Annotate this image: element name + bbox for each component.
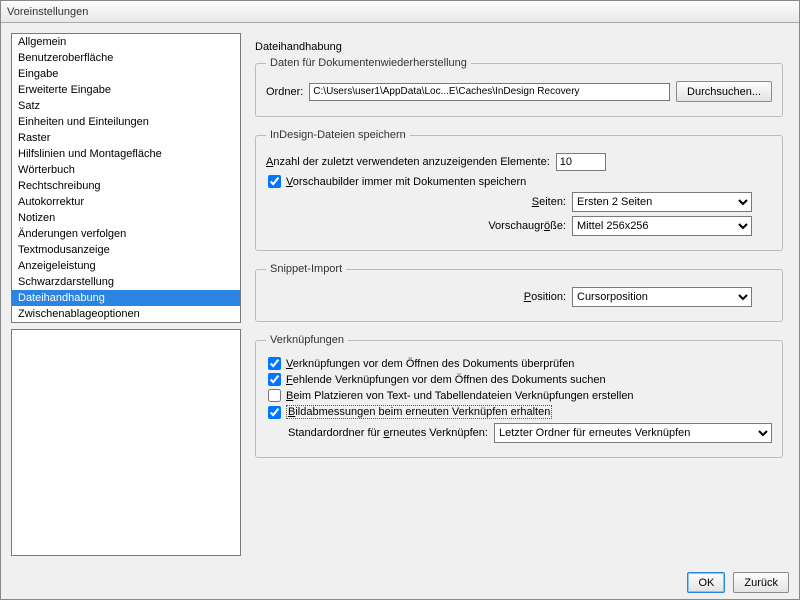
category-item[interactable]: Dateihandhabung — [12, 290, 240, 306]
snippet-position-label: Position: — [266, 291, 566, 303]
save-legend: InDesign-Dateien speichern — [266, 129, 410, 141]
sidebar: AllgemeinBenutzeroberflächeEingabeErweit… — [11, 33, 241, 556]
category-item[interactable]: Anzeigeleistung — [12, 258, 240, 274]
ok-button[interactable]: OK — [687, 572, 725, 593]
category-item[interactable]: Eingabe — [12, 66, 240, 82]
links-on-place-label: Beim Platzieren von Text- und Tabellenda… — [286, 390, 634, 402]
back-button[interactable]: Zurück — [733, 572, 789, 593]
snippet-legend: Snippet-Import — [266, 263, 346, 275]
links-on-place-checkbox[interactable] — [268, 389, 281, 402]
links-check-before-open-label: Verknüpfungen vor dem Öffnen des Dokumen… — [286, 358, 574, 370]
dialog-body: AllgemeinBenutzeroberflächeEingabeErweit… — [1, 23, 799, 566]
category-item[interactable]: Satz — [12, 98, 240, 114]
category-item[interactable]: Benutzeroberfläche — [12, 50, 240, 66]
category-item[interactable]: Änderungen verfolgen — [12, 226, 240, 242]
links-preserve-dims-checkbox[interactable] — [268, 406, 281, 419]
category-item[interactable]: Raster — [12, 130, 240, 146]
window-title: Voreinstellungen — [7, 6, 88, 18]
preferences-window: Voreinstellungen AllgemeinBenutzeroberfl… — [0, 0, 800, 600]
recovery-legend: Daten für Dokumentenwiederherstellung — [266, 57, 471, 69]
pages-select[interactable]: Ersten 2 Seiten — [572, 192, 752, 212]
preview-size-label: Vorschaugröße: — [288, 220, 566, 232]
pages-label: Seiten: — [288, 196, 566, 208]
preview-box — [11, 329, 241, 556]
recovery-folder-field[interactable] — [309, 83, 670, 101]
titlebar: Voreinstellungen — [1, 1, 799, 23]
main-panel: Dateihandhabung Daten für Dokumentenwied… — [249, 33, 789, 556]
browse-button[interactable]: Durchsuchen... — [676, 81, 772, 102]
panel-title: Dateihandhabung — [255, 41, 783, 53]
links-legend: Verknüpfungen — [266, 334, 348, 346]
links-preserve-dims-label: Bildabmessungen beim erneuten Verknüpfen… — [286, 405, 552, 419]
category-item[interactable]: Erweiterte Eingabe — [12, 82, 240, 98]
category-item[interactable]: Schwarzdarstellung — [12, 274, 240, 290]
snippet-position-select[interactable]: Cursorposition — [572, 287, 752, 307]
category-item[interactable]: Einheiten und Einteilungen — [12, 114, 240, 130]
category-item[interactable]: Allgemein — [12, 34, 240, 50]
folder-label: Ordner: — [266, 86, 303, 98]
save-preview-label: Vorschaubilder immer mit Dokumenten spei… — [286, 176, 526, 188]
category-list[interactable]: AllgemeinBenutzeroberflächeEingabeErweit… — [11, 33, 241, 323]
snippet-group: Snippet-Import Position: Cursorposition — [255, 263, 783, 322]
category-item[interactable]: Autokorrektur — [12, 194, 240, 210]
category-item[interactable]: Zwischenablageoptionen — [12, 306, 240, 322]
relink-folder-label: Standardordner für erneutes Verknüpfen: — [288, 427, 488, 439]
links-find-missing-checkbox[interactable] — [268, 373, 281, 386]
recovery-group: Daten für Dokumentenwiederherstellung Or… — [255, 57, 783, 117]
save-preview-checkbox[interactable] — [268, 175, 281, 188]
category-item[interactable]: Notizen — [12, 210, 240, 226]
recent-count-label: Anzahl der zuletzt verwendeten anzuzeige… — [266, 156, 550, 168]
recent-count-field[interactable] — [556, 153, 606, 171]
links-check-before-open-checkbox[interactable] — [268, 357, 281, 370]
links-group: Verknüpfungen Verknüpfungen vor dem Öffn… — [255, 334, 783, 458]
category-item[interactable]: Wörterbuch — [12, 162, 240, 178]
save-group: InDesign-Dateien speichern Anzahl der zu… — [255, 129, 783, 251]
preview-size-select[interactable]: Mittel 256x256 — [572, 216, 752, 236]
dialog-footer: OK Zurück — [1, 566, 799, 599]
relink-folder-select[interactable]: Letzter Ordner für erneutes Verknüpfen — [494, 423, 772, 443]
category-item[interactable]: Rechtschreibung — [12, 178, 240, 194]
links-find-missing-label: Fehlende Verknüpfungen vor dem Öffnen de… — [286, 374, 606, 386]
category-item[interactable]: Hilfslinien und Montagefläche — [12, 146, 240, 162]
category-item[interactable]: Textmodusanzeige — [12, 242, 240, 258]
